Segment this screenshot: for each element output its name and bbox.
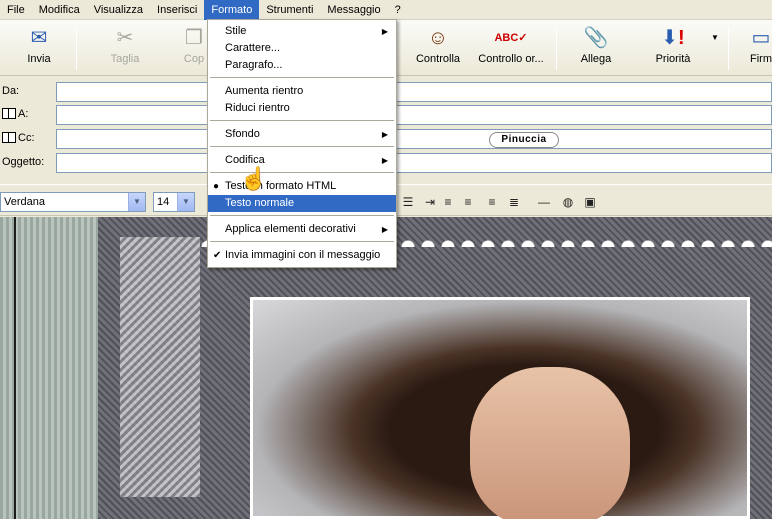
menu-item-invia-immagini[interactable]: ✔ Invia immagini con il messaggio — [208, 247, 396, 264]
hand-cursor-icon: ☝ — [240, 166, 268, 191]
menu-modifica[interactable]: Modifica — [32, 0, 87, 20]
menu-item-paragrafo[interactable]: Paragrafo... — [208, 57, 396, 74]
toolbar-separator — [76, 26, 77, 70]
menu-item-applica-elementi[interactable]: Applica elementi decorativi ▶ — [208, 221, 396, 238]
menu-visualizza[interactable]: Visualizza — [87, 0, 150, 20]
to-field[interactable] — [56, 105, 772, 125]
checkmark-icon: ✔ — [213, 250, 222, 261]
indent-icon[interactable]: ⇥ — [422, 194, 438, 210]
submenu-arrow-icon: ▶ — [381, 27, 388, 36]
attach-button[interactable]: 📎 Allega — [572, 24, 620, 72]
to-label: A: — [18, 108, 29, 120]
cc-label: Cc: — [18, 132, 35, 144]
menu-formato[interactable]: Formato — [204, 0, 260, 20]
copy-button[interactable]: ❐ Cop — [180, 24, 208, 72]
subject-field[interactable] — [56, 153, 772, 173]
priority-button[interactable]: ⬇! Priorità — [646, 24, 700, 72]
menu-separator — [210, 120, 394, 121]
signature-icon: ▭ — [751, 27, 771, 49]
scissors-icon: ✂ — [116, 27, 134, 49]
portrait-face — [470, 367, 630, 519]
cc-recipient-chip[interactable]: Pinuccia — [489, 132, 559, 148]
menu-item-testo-normale[interactable]: Testo normale — [208, 195, 396, 212]
submenu-arrow-icon: ▶ — [381, 156, 388, 165]
align-left-icon[interactable]: ≡ — [440, 194, 456, 210]
menu-item-testo-html[interactable]: ● Testo in formato HTML — [208, 178, 396, 195]
menu-bar: File Modifica Visualizza Inserisci Forma… — [0, 0, 772, 20]
submenu-arrow-icon: ▶ — [381, 130, 388, 139]
copy-icon: ❐ — [185, 27, 203, 49]
spelling-icon: ABC✓ — [494, 32, 528, 44]
priority-dropdown-button[interactable]: ▼ — [708, 24, 722, 72]
menu-separator — [210, 146, 394, 147]
cc-field[interactable]: Pinuccia — [56, 129, 772, 149]
menu-separator — [210, 172, 394, 173]
align-right-icon[interactable]: ≡ — [484, 194, 500, 210]
paperclip-icon: 📎 — [583, 27, 609, 49]
horizontal-line-icon[interactable]: — — [536, 194, 552, 210]
menu-item-riduci-rientro[interactable]: Riduci rientro — [208, 100, 396, 117]
hyperlink-icon[interactable]: ◍ — [560, 194, 576, 210]
menu-separator — [210, 241, 394, 242]
chevron-down-icon[interactable]: ▼ — [177, 193, 194, 211]
chevron-down-icon[interactable]: ▼ — [128, 193, 145, 211]
stationery-left-border — [0, 217, 98, 519]
menu-file[interactable]: File — [0, 0, 32, 20]
check-names-button[interactable]: ☺ Controlla — [410, 24, 466, 72]
chevron-down-icon: ▼ — [711, 33, 719, 42]
priority-icon: ⬇! — [661, 27, 685, 49]
font-size-select[interactable]: 14 ▼ — [153, 192, 195, 212]
spelling-button[interactable]: ABC✓ Controllo or... — [474, 24, 548, 72]
from-label: Da: — [2, 85, 20, 97]
menu-item-aumenta-rientro[interactable]: Aumenta rientro — [208, 83, 396, 100]
signature-button[interactable]: ▭ Firm — [746, 24, 772, 72]
address-book-icon[interactable] — [2, 108, 16, 119]
check-names-icon: ☺ — [427, 27, 449, 49]
align-center-icon[interactable]: ≡ — [460, 194, 476, 210]
bullets-icon[interactable]: ☰ — [400, 194, 416, 210]
from-field[interactable] — [56, 82, 772, 102]
radio-bullet-icon: ● — [213, 181, 220, 192]
address-book-icon[interactable] — [2, 132, 16, 143]
menu-separator — [210, 77, 394, 78]
menu-item-stile[interactable]: Stile ▶ — [208, 23, 396, 40]
menu-separator — [210, 215, 394, 216]
border-line — [14, 217, 16, 519]
toolbar-separator — [728, 26, 729, 70]
subject-label: Oggetto: — [2, 156, 45, 168]
send-button[interactable]: ✉ Invia — [14, 24, 64, 72]
submenu-arrow-icon: ▶ — [381, 225, 388, 234]
menu-inserisci[interactable]: Inserisci — [150, 0, 204, 20]
menu-messaggio[interactable]: Messaggio — [320, 0, 387, 20]
send-icon: ✉ — [30, 27, 48, 49]
menu-item-carattere[interactable]: Carattere... — [208, 40, 396, 57]
formato-menu: Stile ▶ Carattere... Paragrafo... Aumenta… — [207, 19, 397, 268]
menu-help[interactable]: ? — [388, 0, 408, 20]
insert-image-icon[interactable]: ▣ — [582, 194, 598, 210]
cut-button[interactable]: ✂ Taglia — [100, 24, 150, 72]
menu-item-sfondo[interactable]: Sfondo ▶ — [208, 126, 396, 143]
toolbar-separator — [556, 26, 557, 70]
justify-icon[interactable]: ≣ — [506, 194, 522, 210]
menu-strumenti[interactable]: Strumenti — [259, 0, 320, 20]
ribbon-decoration — [120, 237, 200, 497]
font-family-select[interactable]: Verdana ▼ — [0, 192, 146, 212]
menu-item-codifica[interactable]: Codifica ▶ — [208, 152, 396, 169]
